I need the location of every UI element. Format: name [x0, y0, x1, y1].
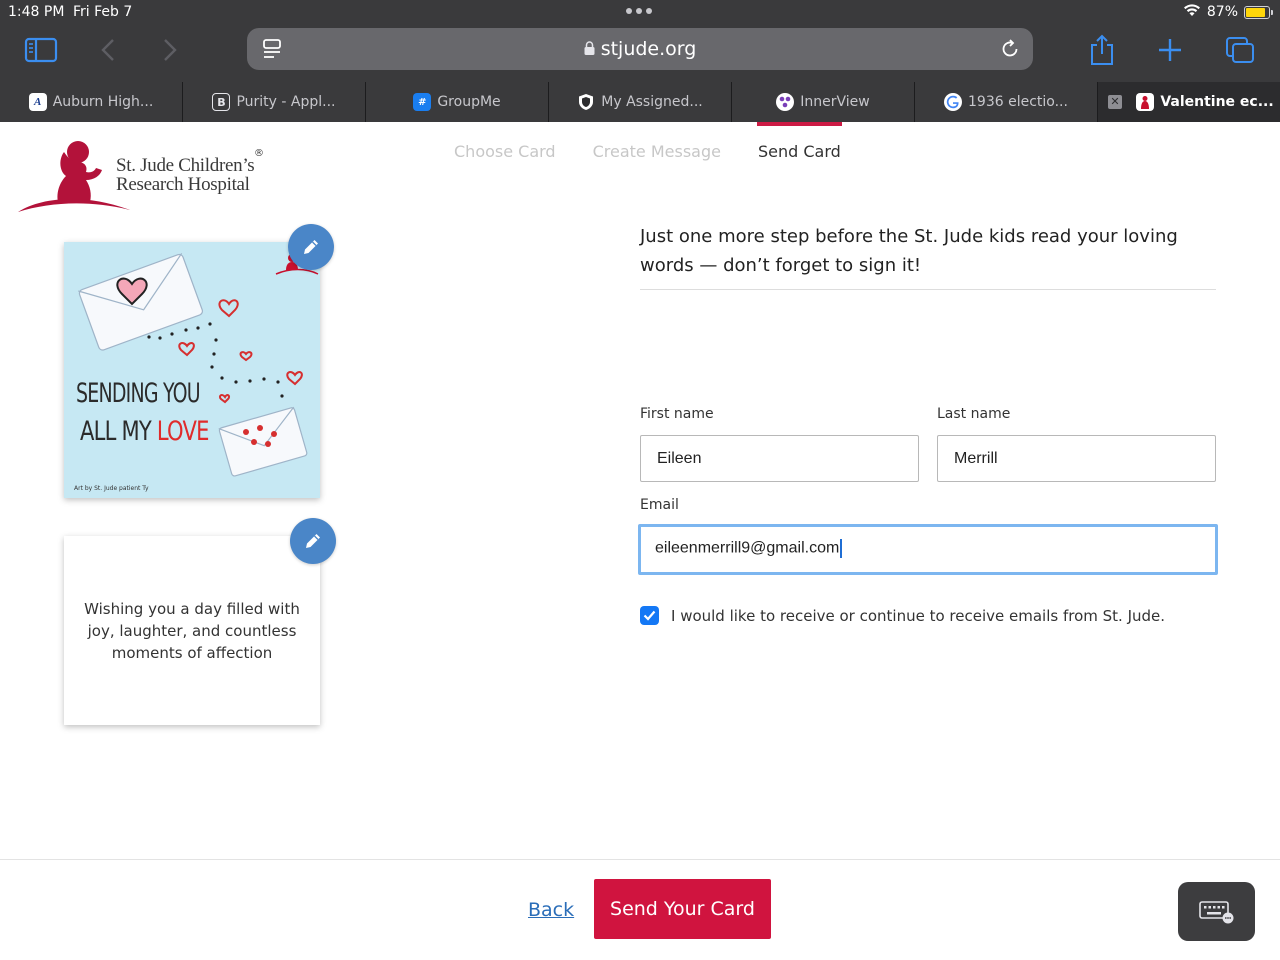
tab-label: Auburn High...: [52, 94, 154, 110]
battery-icon: [1244, 5, 1273, 19]
stjude-icon: [1136, 93, 1155, 111]
last-name-input[interactable]: Merrill: [937, 435, 1216, 482]
last-name-value: Merrill: [954, 450, 998, 467]
share-icon[interactable]: [1089, 34, 1115, 66]
sign-card-form: Just one more step before the St. Jude k…: [638, 222, 1218, 625]
form-intro: Just one more step before the St. Jude k…: [640, 226, 1178, 276]
first-name-value: Eileen: [657, 450, 702, 467]
pencil-icon: [306, 534, 320, 548]
wifi-icon: [1183, 3, 1201, 21]
email-opt-in-row[interactable]: I would like to receive or continue to r…: [640, 606, 1165, 625]
status-date: Fri Feb 7: [73, 4, 133, 20]
email-opt-in-checkbox[interactable]: [640, 606, 659, 625]
close-tab-icon[interactable]: ✕: [1108, 95, 1122, 109]
letter-b-icon: B: [212, 93, 231, 111]
first-name-input[interactable]: Eileen: [640, 435, 919, 482]
sidebar-toggle-icon[interactable]: [24, 37, 58, 63]
stjude-logo[interactable]: St. Jude Children’s Research Hospital ®: [18, 140, 268, 215]
tab-1936-election[interactable]: 1936 electio...: [915, 82, 1098, 122]
step-create-message[interactable]: Create Message: [593, 122, 721, 162]
tab-auburn-high[interactable]: A Auburn High...: [0, 82, 183, 122]
tab-label: Purity - Appl...: [236, 94, 336, 110]
logo-line-2: Research Hospital: [116, 174, 250, 195]
tab-my-assigned[interactable]: My Assigned...: [549, 82, 732, 122]
tab-purity[interactable]: B Purity - Appl...: [183, 82, 366, 122]
card-headline-text: ALL MY: [80, 416, 157, 447]
new-tab-plus-icon[interactable]: [1157, 37, 1183, 63]
page-content: St. Jude Children’s Research Hospital ® …: [0, 122, 1280, 960]
card-headline-love: LOVE: [156, 416, 210, 447]
battery-percent: 87%: [1206, 4, 1238, 20]
email-value: eileenmerrill9@gmail.com: [655, 539, 840, 557]
status-bar: 1:48 PM Fri Feb 7 87%: [0, 0, 1280, 24]
registered-mark: ®: [254, 148, 264, 159]
groupme-icon: #: [413, 93, 432, 111]
tab-valentine-ecards[interactable]: ✕ Valentine ec...: [1098, 82, 1280, 122]
checkmark-icon: [643, 610, 656, 621]
footer-divider: [0, 859, 1280, 860]
back-link[interactable]: Back: [528, 899, 574, 921]
back-arrow-icon[interactable]: [100, 38, 116, 62]
art-credit: Art by St. Jude patient Ty: [74, 485, 149, 492]
card-message-text: Wishing you a day filled with joy, laugh…: [84, 599, 300, 662]
lock-icon: [584, 38, 595, 60]
url-display[interactable]: stjude.org: [247, 38, 1033, 60]
logo-text: St. Jude Children’s Research Hospital: [116, 155, 255, 195]
multitasking-dots-icon[interactable]: [626, 8, 652, 14]
url-text: stjude.org: [600, 38, 697, 60]
divider: [640, 289, 1216, 290]
card-message-preview: Wishing you a day filled with joy, laugh…: [64, 536, 320, 725]
step-send-card: Send Card: [756, 122, 842, 162]
shield-icon: [577, 93, 595, 111]
email-input[interactable]: eileenmerrill9@gmail.com: [638, 524, 1218, 575]
card-headline-line-1: SENDING YOU: [76, 378, 201, 409]
tab-label: 1936 electio...: [968, 94, 1068, 110]
text-cursor: [840, 539, 842, 558]
innerview-icon: [776, 93, 795, 111]
tab-label: GroupMe: [437, 94, 501, 110]
pencil-icon: [304, 240, 318, 254]
tab-bar: A Auburn High... B Purity - Appl... # Gr…: [0, 82, 1280, 122]
valentine-art-illustration: [78, 253, 319, 477]
tab-label: My Assigned...: [601, 94, 703, 110]
tab-groupme[interactable]: # GroupMe: [366, 82, 549, 122]
email-label: Email: [640, 497, 679, 513]
status-time: 1:48 PM: [8, 4, 65, 20]
tab-label: Valentine ec...: [1160, 94, 1274, 110]
keyboard-toggle-button[interactable]: [1178, 882, 1255, 941]
last-name-label: Last name: [937, 406, 1011, 422]
email-opt-in-label: I would like to receive or continue to r…: [671, 606, 1166, 625]
send-card-button[interactable]: Send Your Card: [594, 879, 771, 939]
address-bar[interactable]: stjude.org: [247, 28, 1033, 70]
edit-card-button[interactable]: [288, 224, 334, 270]
step-progress: Choose Card Create Message Send Card: [440, 122, 878, 162]
card-headline-line-2: ALL MY LOVE: [80, 416, 209, 447]
reload-icon[interactable]: [999, 38, 1021, 60]
browser-toolbar: stjude.org: [0, 24, 1280, 82]
edit-message-button[interactable]: [290, 518, 336, 564]
forward-arrow-icon[interactable]: [162, 38, 178, 62]
tab-overview-icon[interactable]: [1225, 36, 1255, 64]
card-front-preview: SENDING YOU ALL MY LOVE Art by St. Jude …: [64, 242, 320, 498]
tab-label: InnerView: [800, 94, 870, 110]
step-choose-card[interactable]: Choose Card: [454, 122, 556, 162]
logo-line-1: St. Jude Children’s: [116, 155, 255, 176]
keyboard-icon: [1198, 900, 1233, 923]
google-icon: [944, 93, 963, 111]
first-name-label: First name: [640, 406, 714, 422]
auburn-icon: A: [28, 93, 47, 111]
tab-innerview[interactable]: InnerView: [732, 82, 915, 122]
